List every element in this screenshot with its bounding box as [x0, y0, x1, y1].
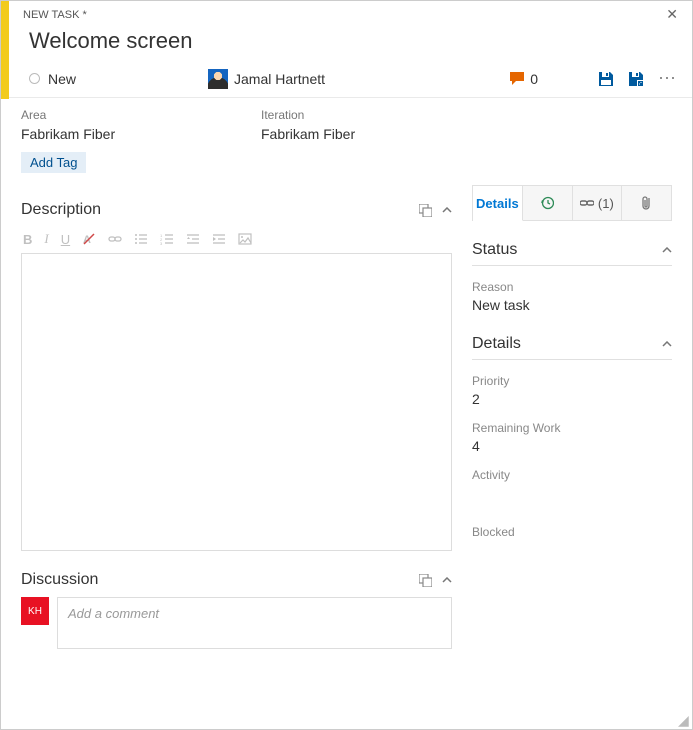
- more-actions-button[interactable]: ⋯: [658, 68, 678, 89]
- description-heading: Description: [21, 201, 101, 219]
- priority-field[interactable]: 2: [472, 391, 672, 407]
- link-button[interactable]: [108, 233, 122, 245]
- underline-button[interactable]: U: [61, 232, 70, 247]
- status-heading: Status: [472, 241, 517, 259]
- resize-grip-icon: ◢: [678, 715, 690, 727]
- details-heading: Details: [472, 335, 521, 353]
- activity-label: Activity: [472, 468, 672, 482]
- state-indicator-icon: [29, 73, 40, 84]
- description-editor[interactable]: [21, 253, 452, 551]
- activity-field[interactable]: [472, 485, 672, 501]
- tab-history[interactable]: [523, 186, 573, 221]
- assignee-field[interactable]: Jamal Hartnett: [234, 71, 510, 87]
- classification-fields: Area Fabrikam Fiber Iteration Fabrikam F…: [1, 98, 692, 148]
- save-template-button[interactable]: [628, 71, 644, 87]
- area-label: Area: [21, 108, 221, 122]
- side-tabs: Details (1): [472, 185, 672, 221]
- outdent-button[interactable]: [186, 233, 200, 245]
- indent-button[interactable]: [212, 233, 226, 245]
- accent-stripe: [1, 1, 9, 99]
- description-collapse-icon[interactable]: [442, 207, 452, 213]
- reason-field[interactable]: New task: [472, 297, 672, 313]
- blocked-label: Blocked: [472, 525, 672, 539]
- work-item-title[interactable]: Welcome screen: [29, 28, 678, 54]
- iteration-label: Iteration: [261, 108, 461, 122]
- remove-format-button[interactable]: A: [82, 232, 96, 246]
- reason-label: Reason: [472, 280, 672, 294]
- assignee-avatar-icon: [208, 69, 228, 89]
- tab-details[interactable]: Details: [473, 186, 523, 221]
- area-field[interactable]: Fabrikam Fiber: [21, 126, 221, 142]
- header: NEW TASK * ✕ Welcome screen New Jamal Ha…: [1, 1, 692, 98]
- status-collapse-icon[interactable]: [662, 247, 672, 253]
- add-tag-button[interactable]: Add Tag: [21, 152, 86, 173]
- bold-button[interactable]: B: [23, 232, 32, 247]
- links-icon: [580, 198, 594, 208]
- links-count: (1): [598, 196, 614, 211]
- current-user-avatar: KH: [21, 597, 49, 625]
- discussion-collapse-icon[interactable]: [442, 577, 452, 583]
- bullet-list-button[interactable]: [134, 233, 148, 245]
- state-field[interactable]: New: [48, 71, 208, 87]
- tab-attachments[interactable]: [622, 186, 671, 221]
- comment-count[interactable]: 0: [510, 71, 538, 87]
- image-button[interactable]: [238, 233, 252, 245]
- comment-input[interactable]: Add a comment: [57, 597, 452, 649]
- description-fullscreen-icon[interactable]: [419, 204, 432, 217]
- italic-button[interactable]: I: [44, 231, 48, 247]
- svg-text:3: 3: [160, 241, 163, 245]
- remaining-work-field[interactable]: 4: [472, 438, 672, 454]
- discussion-fullscreen-icon[interactable]: [419, 574, 432, 587]
- comment-count-value: 0: [530, 71, 538, 87]
- attachment-icon: [642, 195, 652, 211]
- priority-label: Priority: [472, 374, 672, 388]
- details-collapse-icon[interactable]: [662, 341, 672, 347]
- save-button[interactable]: [598, 71, 614, 87]
- discussion-heading: Discussion: [21, 571, 98, 589]
- number-list-button[interactable]: 123: [160, 233, 174, 245]
- close-button[interactable]: ✕: [666, 6, 678, 23]
- iteration-field[interactable]: Fabrikam Fiber: [261, 126, 461, 142]
- remaining-work-label: Remaining Work: [472, 421, 672, 435]
- tab-links[interactable]: (1): [573, 186, 623, 221]
- breadcrumb: NEW TASK *: [23, 9, 87, 21]
- rich-text-toolbar: B I U A 123: [21, 225, 452, 253]
- comment-icon: [510, 72, 526, 86]
- history-icon: [540, 196, 554, 210]
